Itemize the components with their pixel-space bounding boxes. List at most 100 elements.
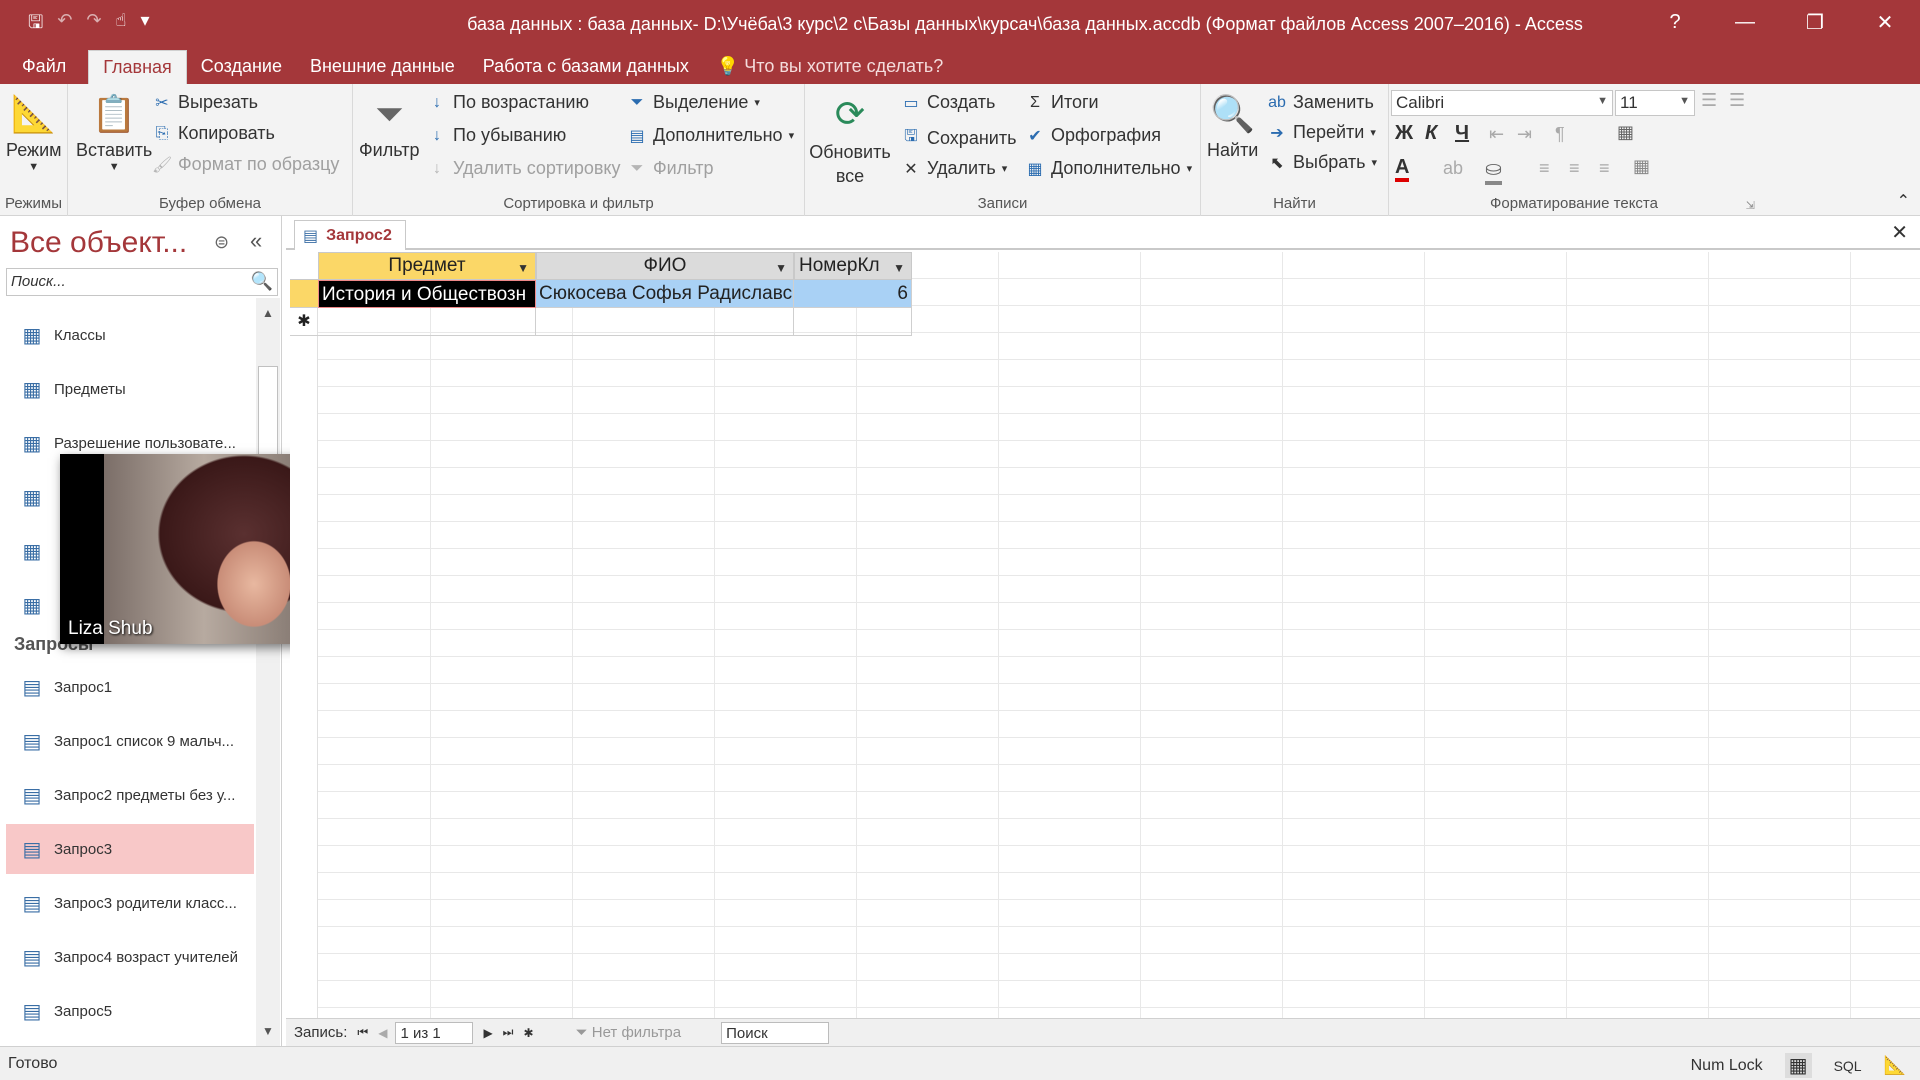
nav-item-table[interactable]: ▦ Предметы (6, 364, 254, 414)
close-document-icon[interactable]: ✕ (1891, 220, 1908, 245)
sql-view-button[interactable]: SQL (1834, 1058, 1862, 1074)
bullets-icon[interactable]: ☰ (1701, 90, 1717, 111)
nav-collapse-icon[interactable]: « (250, 228, 262, 254)
no-filter-indicator[interactable]: ⏷ Нет фильтра (576, 1024, 682, 1041)
bold-button[interactable]: Ж (1395, 122, 1413, 145)
advanced-filter-button[interactable]: ▤ Дополнительно ▾ (627, 125, 794, 146)
filter-button[interactable]: ⏷ Фильтр (359, 92, 419, 161)
paste-button[interactable]: 📋 Вставить ▼ (76, 92, 152, 173)
last-record-icon[interactable]: ⏭ (503, 1025, 514, 1040)
fill-color-icon[interactable]: ⛀ (1485, 156, 1502, 185)
paragraph-icon[interactable]: ¶ (1555, 124, 1565, 145)
align-right-icon[interactable]: ≡ (1599, 158, 1610, 179)
scroll-up-icon[interactable]: ▲ (256, 298, 280, 328)
align-left-icon[interactable]: ≡ (1539, 158, 1550, 179)
new-record-nav-icon[interactable]: ✱ (523, 1026, 533, 1040)
format-painter-button[interactable]: 🖌 Формат по образцу (152, 154, 339, 175)
tab-home[interactable]: Главная (88, 50, 187, 84)
tab-create[interactable]: Создание (187, 50, 296, 84)
font-color-button[interactable]: A (1395, 156, 1410, 182)
alt-row-color-icon[interactable]: ▦ (1633, 156, 1650, 177)
font-size-combo[interactable]: 11 ▼ (1615, 90, 1695, 116)
find-button[interactable]: 🔍 Найти (1207, 92, 1258, 161)
more-records-button[interactable]: ▦ Дополнительно ▾ (1025, 158, 1192, 179)
new-row-cell[interactable] (794, 308, 912, 336)
gridlines-icon[interactable]: ▦ (1617, 122, 1634, 143)
goto-button[interactable]: ➔ Перейти ▾ (1267, 122, 1376, 143)
nav-scrollbar[interactable]: ▲ ▼ (256, 298, 280, 1046)
chevron-down-icon[interactable]: ▼ (517, 255, 529, 281)
new-row-cell[interactable] (318, 308, 536, 336)
sort-desc-label: По убыванию (453, 125, 567, 145)
tell-me-box[interactable]: 💡 Что вы хотите сделать? (703, 50, 957, 84)
underline-button[interactable]: Ч (1455, 122, 1469, 145)
cell-subject[interactable]: История и Обществозн (318, 280, 536, 308)
column-header-subject[interactable]: Предмет ▼ (318, 252, 536, 280)
select-button[interactable]: ⬉ Выбрать ▾ (1267, 152, 1377, 173)
datasheet-view-icon[interactable]: ▦ (1784, 1053, 1812, 1078)
record-search-input[interactable]: Поиск (721, 1021, 830, 1044)
cell-fio[interactable]: Сюкосева Софья Радиславс (536, 280, 794, 308)
select-all-corner[interactable] (290, 252, 318, 280)
nav-search-input[interactable]: Поиск... 🔍 (6, 268, 278, 296)
nav-item-query-selected[interactable]: ▤ Запрос3 (6, 824, 254, 874)
new-record-button[interactable]: ▭ Создать (901, 92, 995, 113)
chevron-down-icon[interactable]: ▼ (893, 255, 905, 281)
nav-pane-title[interactable]: Все объект... (10, 226, 187, 260)
numbering-icon[interactable]: ☰ (1729, 90, 1745, 111)
column-header-fio[interactable]: ФИО ▼ (536, 252, 794, 280)
italic-button[interactable]: К (1425, 122, 1437, 145)
sort-descending-button[interactable]: ↓ По убыванию (427, 125, 566, 146)
nav-item-query[interactable]: ▤ Запрос2 предметы без у... (6, 770, 254, 820)
collapse-ribbon-icon[interactable]: ⌃ (1897, 191, 1910, 211)
cell-class-number[interactable]: 6 (794, 280, 912, 308)
nav-item-query[interactable]: ▤ Запрос4 возраст учителей (6, 932, 254, 982)
chevron-down-icon[interactable]: ▼ (775, 255, 787, 281)
tab-database-tools[interactable]: Работа с базами данных (469, 50, 703, 84)
current-record-field[interactable]: 1 из 1 (395, 1021, 474, 1044)
first-record-icon[interactable]: ⏮ (357, 1025, 368, 1040)
nav-options-icon[interactable]: ⊜ (214, 232, 229, 253)
doc-tab-query[interactable]: ▤ Запрос2 (294, 220, 406, 250)
tab-file[interactable]: Файл (8, 50, 80, 84)
next-record-icon[interactable]: ▶ (483, 1026, 492, 1040)
selection-button[interactable]: ⏷ Выделение ▾ (627, 92, 760, 113)
align-center-icon[interactable]: ≡ (1569, 158, 1580, 179)
save-record-button[interactable]: 🖫 Сохранить (901, 125, 1016, 152)
copy-button[interactable]: ⎘ Копировать (152, 123, 275, 144)
row-selector-current[interactable] (290, 280, 318, 308)
help-button[interactable]: ? (1640, 0, 1710, 44)
nav-item-table[interactable]: ▦ Классы (6, 310, 254, 360)
close-button[interactable]: ✕ (1850, 0, 1920, 44)
cut-button[interactable]: ✂ Вырезать (152, 92, 258, 113)
indent-decrease-icon[interactable]: ⇤ (1489, 124, 1504, 145)
nav-item-query[interactable]: ▤ Запрос3 родители класс... (6, 878, 254, 928)
indent-increase-icon[interactable]: ⇥ (1517, 124, 1532, 145)
ribbon: 📐 Режим ▼ Режимы 📋 Вставить ▼ ✂ Вырезать… (0, 84, 1920, 216)
font-name-combo[interactable]: Calibri ▼ (1391, 90, 1613, 116)
scroll-down-icon[interactable]: ▼ (256, 1016, 280, 1046)
replace-button[interactable]: ab Заменить (1267, 92, 1374, 113)
dialog-launcher-icon[interactable]: ⇲ (1746, 199, 1755, 212)
tab-external-data[interactable]: Внешние данные (296, 50, 469, 84)
spelling-button[interactable]: ✔ Орфография (1025, 125, 1161, 146)
new-record-marker[interactable]: ✱ (290, 308, 318, 336)
search-icon[interactable]: 🔍 (251, 271, 273, 292)
column-header-class-number[interactable]: НомерКл ▼ (794, 252, 912, 280)
nav-item-query[interactable]: ▤ Запрос5 (6, 986, 254, 1036)
highlight-icon[interactable]: ab (1443, 158, 1463, 179)
refresh-all-button[interactable]: ⟳ Обновить все (809, 92, 891, 188)
totals-button[interactable]: Σ Итоги (1025, 92, 1099, 113)
view-mode-button[interactable]: 📐 Режим ▼ (6, 92, 62, 173)
prev-record-icon[interactable]: ◀ (378, 1026, 387, 1040)
toggle-filter-button[interactable]: ⏷ Фильтр (627, 158, 714, 179)
minimize-button[interactable]: — (1710, 0, 1780, 44)
remove-sort-button[interactable]: ↓ Удалить сортировку (427, 158, 621, 179)
nav-item-query[interactable]: ▤ Запрос1 (6, 662, 254, 712)
sort-ascending-button[interactable]: ↓ По возрастанию (427, 92, 589, 113)
restore-button[interactable]: ❐ (1780, 0, 1850, 44)
new-row-cell[interactable] (536, 308, 794, 336)
delete-record-button[interactable]: ✕ Удалить ▾ (901, 158, 1007, 179)
design-view-icon[interactable]: 📐 (1884, 1055, 1906, 1076)
nav-item-query[interactable]: ▤ Запрос1 список 9 мальч... (6, 716, 254, 766)
